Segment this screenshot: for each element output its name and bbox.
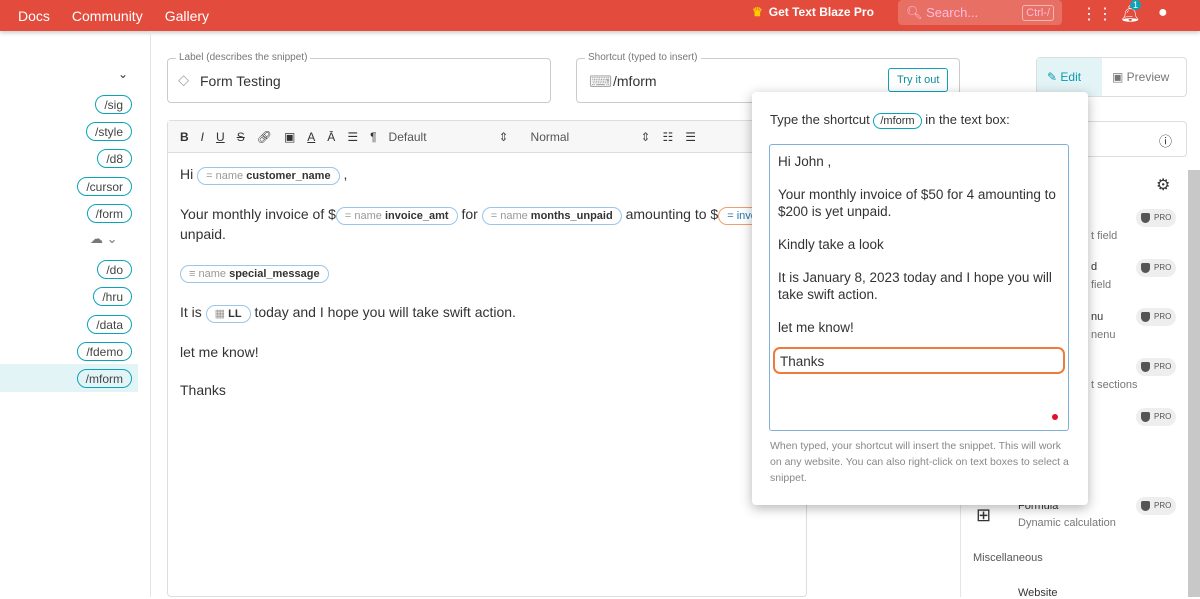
account-icon[interactable]: ● <box>1158 4 1168 22</box>
strikethrough-icon[interactable]: S <box>237 130 245 144</box>
status-dot <box>1052 414 1058 420</box>
snippet-mform[interactable]: /mform <box>76 369 132 388</box>
snippet-hru[interactable]: /hru <box>93 287 132 306</box>
underline-icon[interactable]: U <box>216 130 225 144</box>
pro-badge: PRO <box>1136 259 1176 277</box>
notification-count: 1 <box>1130 0 1142 10</box>
try-it-out-button[interactable]: Try it out <box>888 68 949 92</box>
scrollbar[interactable] <box>1188 170 1200 597</box>
pro-badge: PRO <box>1136 358 1176 376</box>
highlight-icon[interactable]: Ā <box>327 130 335 144</box>
ordered-list-icon[interactable]: ☷ <box>663 130 674 144</box>
paragraph-icon[interactable]: ¶ <box>370 130 376 144</box>
pro-badge: PRO <box>1136 408 1176 426</box>
nav-gallery[interactable]: Gallery <box>165 8 209 24</box>
link-icon[interactable]: 🔗︎ <box>257 130 272 144</box>
get-pro-link[interactable]: ♛ Get Text Blaze Pro <box>752 5 874 19</box>
keyboard-icon: ⌨ <box>589 74 613 91</box>
pro-badge: PRO <box>1136 497 1176 515</box>
search-icon: 🔍︎ <box>906 4 927 20</box>
snippet-d8[interactable]: /d8 <box>97 149 132 168</box>
top-bar: Docs Community Gallery ♛ Get Text Blaze P… <box>0 0 1200 31</box>
edit-button[interactable]: ✎ Edit <box>1037 58 1102 96</box>
snippet-style[interactable]: /style <box>85 122 132 141</box>
pro-badge: PRO <box>1136 209 1176 227</box>
help-icon[interactable]: ⓘ <box>1159 131 1172 150</box>
field-customer-name[interactable]: = name customer_name <box>197 167 340 185</box>
align-icon[interactable]: ☰ <box>347 130 358 144</box>
snippet-editor[interactable]: BIUS 🔗︎ ▣ AĀ ☰ ¶ Default ⇕ Normal ⇕ ☷ ☰ Hi = … <box>167 120 807 597</box>
shortcut-chip: /mform <box>873 113 922 129</box>
field-months-unpaid[interactable]: = name months_unpaid <box>481 207 622 225</box>
thanks-highlight: Thanks <box>773 347 1065 374</box>
mode-toggle: ✎ Edit ▣ Preview <box>1036 57 1187 97</box>
try-it-out-popup: Type the shortcut /mform in the text box… <box>752 92 1088 505</box>
sidebar: ⌄ /sig /style /d8 /cursor /form ☁ ⌄ /do … <box>0 31 151 597</box>
snippet-sig[interactable]: /sig <box>95 95 132 114</box>
preview-icon: ▣ <box>1112 70 1127 84</box>
image-icon[interactable]: ▣ <box>284 130 295 144</box>
snippet-form[interactable]: /form <box>86 204 132 223</box>
apps-grid-icon[interactable]: ⋮⋮ <box>1081 4 1113 24</box>
calculator-icon: ⊞ <box>976 505 992 525</box>
italic-icon[interactable]: I <box>201 130 204 144</box>
field-date[interactable]: ▦ LL <box>205 305 251 323</box>
nav-community[interactable]: Community <box>72 8 143 24</box>
preview-button[interactable]: ▣ Preview <box>1102 58 1186 96</box>
field-invoice-amt[interactable]: = name invoice_amt <box>335 207 458 225</box>
bullet-list-icon[interactable]: ☰ <box>685 130 696 144</box>
search-input[interactable]: 🔍︎ Search... Ctrl-/ <box>898 0 1062 25</box>
snippet-cursor[interactable]: /cursor <box>77 177 132 196</box>
text-color-icon[interactable]: A <box>307 130 315 144</box>
editor-toolbar: BIUS 🔗︎ ▣ AĀ ☰ ¶ Default ⇕ Normal ⇕ ☷ ☰ <box>168 121 806 153</box>
snippet-fdemo[interactable]: /fdemo <box>77 342 132 361</box>
snippet-data[interactable]: /data <box>87 315 132 334</box>
pencil-icon: ✎ <box>1047 70 1061 84</box>
pro-badge: PRO <box>1136 308 1176 326</box>
snippet-do[interactable]: /do <box>97 260 132 279</box>
crown-icon: ♛ <box>752 5 763 19</box>
bold-icon[interactable]: B <box>180 130 189 144</box>
size-select[interactable]: Normal ⇕ <box>531 130 651 144</box>
font-select[interactable]: Default ⇕ <box>389 130 509 144</box>
gear-icon[interactable]: ⚙ <box>1156 175 1170 195</box>
nav-docs[interactable]: Docs <box>18 8 50 24</box>
editor-body[interactable]: Hi = name customer_name , Your monthly i… <box>168 153 806 431</box>
cloud-folder-icon[interactable]: ☁ ⌄ <box>90 231 118 247</box>
field-special-message[interactable]: ≡ name special_message <box>180 265 329 283</box>
tag-icon: ⬦ <box>178 72 190 89</box>
chevron-down-icon[interactable]: ⌄ <box>118 67 128 81</box>
label-field[interactable]: Label (describes the snippet) ⬦ Form Tes… <box>167 52 551 103</box>
test-textarea[interactable]: Hi John , Your monthly invoice of $50 fo… <box>769 144 1069 431</box>
popup-help-text: When typed, your shortcut will insert th… <box>770 440 1069 484</box>
